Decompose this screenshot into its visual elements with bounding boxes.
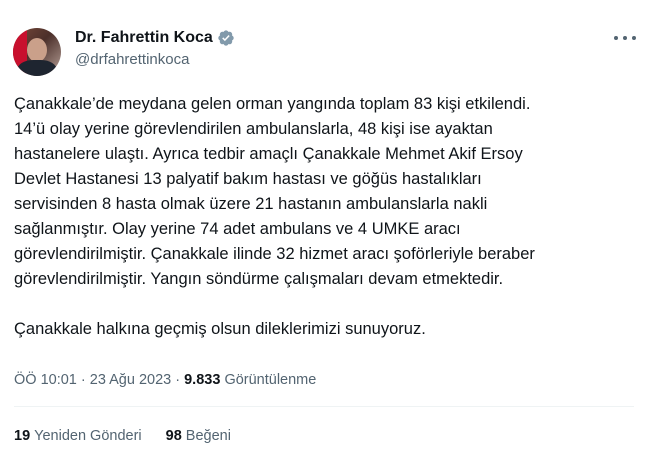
tweet-line: görevlendirilmiştir. Çanakkale ilinde 32… xyxy=(14,245,535,263)
author-display-name[interactable]: Dr. Fahrettin Koca xyxy=(75,29,213,47)
tweet-stats: 19 Yeniden Gönderi 98 Beğeni xyxy=(14,428,231,444)
author-handle[interactable]: @drfahrettinkoca xyxy=(75,51,189,68)
retweets-label: Yeniden Gönderi xyxy=(34,428,142,444)
dot xyxy=(614,36,618,40)
tweet-meta: ÖÖ 10:01 · 23 Ağu 2023 · 9.833 Görüntüle… xyxy=(14,372,316,388)
more-options-icon[interactable] xyxy=(614,30,636,46)
tweet-closing-line: Çanakkale halkına geçmiş olsun dilekleri… xyxy=(14,320,426,338)
retweets-count: 19 xyxy=(14,428,31,444)
views-count: 9.833 xyxy=(184,372,221,388)
tweet-line: hastanelere ulaştı. Ayrıca tedbir amaçlı… xyxy=(14,145,523,163)
tweet-line: sağlanmıştır. Olay yerine 74 adet ambula… xyxy=(14,220,461,238)
tweet-text: Çanakkale’de meydana gelen orman yangınd… xyxy=(14,92,634,342)
avatar[interactable] xyxy=(13,28,61,76)
likes-label: Beğeni xyxy=(185,428,231,444)
tweet-line: 14’ü olay yerine görevlendirilen ambulan… xyxy=(14,120,493,138)
tweet-card: Dr. Fahrettin Koca @drfahrettinkoca Çana… xyxy=(0,0,648,460)
tweet-date[interactable]: 23 Ağu 2023 xyxy=(90,372,171,388)
author-name-row: Dr. Fahrettin Koca xyxy=(75,29,235,47)
avatar-suit xyxy=(17,60,57,76)
views-label: Görüntülenme xyxy=(224,372,317,388)
tweet-line: servisinden 8 hasta olmak üzere 21 hasta… xyxy=(14,195,488,213)
dot xyxy=(623,36,627,40)
tweet-line: Çanakkale’de meydana gelen orman yangınd… xyxy=(14,95,531,113)
meta-separator: · xyxy=(76,372,90,388)
dot xyxy=(632,36,636,40)
meta-separator: · xyxy=(171,372,185,388)
retweets-stat[interactable]: 19 Yeniden Gönderi xyxy=(14,428,142,444)
likes-stat[interactable]: 98 Beğeni xyxy=(166,428,231,444)
tweet-line: görevlendirilmiştir. Yangın söndürme çal… xyxy=(14,270,504,288)
verified-badge-icon xyxy=(218,30,234,46)
divider xyxy=(14,406,634,407)
tweet-time[interactable]: ÖÖ 10:01 xyxy=(14,372,77,388)
avatar-face xyxy=(27,38,47,62)
likes-count: 98 xyxy=(165,428,182,444)
tweet-line: Devlet Hastanesi 13 palyatif bakım hasta… xyxy=(14,170,482,188)
